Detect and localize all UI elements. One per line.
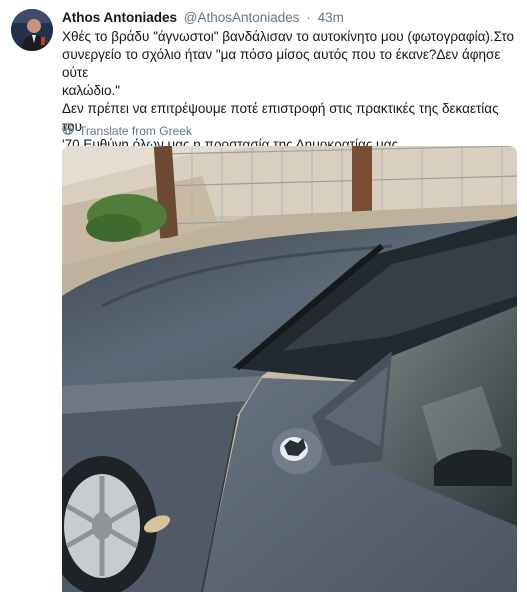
avatar[interactable]	[11, 9, 53, 51]
separator: ·	[306, 10, 311, 25]
avatar-photo	[11, 9, 53, 51]
tweet-photo[interactable]	[62, 146, 517, 592]
tweet-header: Athos Antoniades @AthosAntoniades · 43m	[62, 10, 344, 25]
globe-icon	[62, 123, 74, 138]
translate-label: Translate from Greek	[79, 123, 192, 138]
tweet-text-line: καλώδιο."	[62, 83, 121, 98]
author-handle[interactable]: @AthosAntoniades	[184, 10, 300, 25]
timestamp[interactable]: 43m	[318, 10, 344, 25]
car-mirror-photo	[62, 146, 517, 592]
tweet-text-line: συνεργείο το σχόλιο ήταν "μα πόσο μίσος …	[62, 47, 501, 80]
tweet: Athos Antoniades @AthosAntoniades · 43m …	[0, 0, 527, 592]
tweet-text-line: Χθές το βράδυ "άγνωστοι" βανδάλισαν το α…	[62, 29, 514, 44]
author-name[interactable]: Athos Antoniades	[62, 10, 177, 25]
translate-link[interactable]: Translate from Greek	[62, 123, 192, 138]
